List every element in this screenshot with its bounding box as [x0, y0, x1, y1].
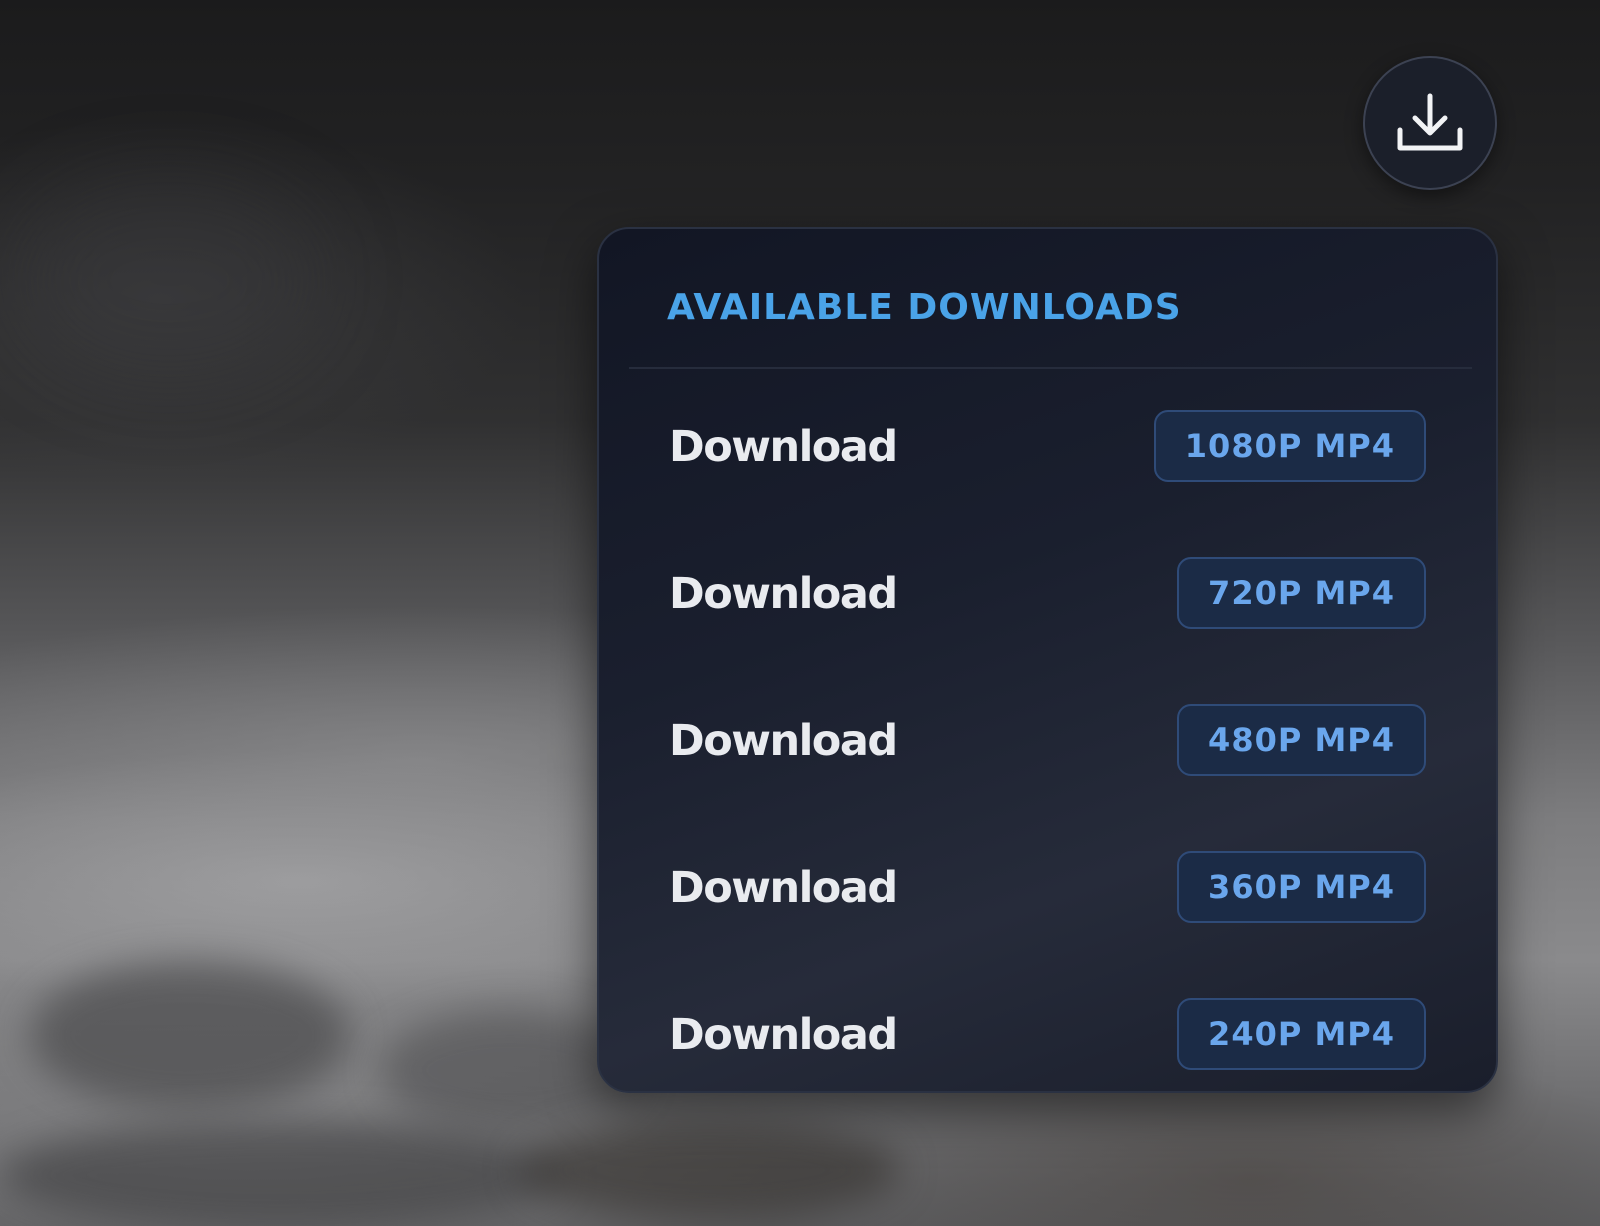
cloud-shape — [0, 1120, 560, 1226]
download-options-list: Download 1080P MP4 Download 720P MP4 Dow… — [599, 376, 1496, 1091]
download-option-360p[interactable]: Download 360P MP4 — [599, 817, 1496, 964]
download-menu-button[interactable] — [1363, 56, 1497, 190]
quality-badge: 480P MP4 — [1177, 704, 1426, 776]
quality-badge: 360P MP4 — [1177, 851, 1426, 923]
download-option-480p[interactable]: Download 480P MP4 — [599, 670, 1496, 817]
quality-badge: 1080P MP4 — [1153, 410, 1426, 482]
quality-badge: 240P MP4 — [1177, 998, 1426, 1070]
download-label: Download — [669, 863, 898, 913]
cloud-shape — [520, 1120, 900, 1220]
download-label: Download — [669, 716, 898, 766]
download-label: Download — [669, 422, 898, 472]
download-label: Download — [669, 569, 898, 619]
download-option-720p[interactable]: Download 720P MP4 — [599, 523, 1496, 670]
cloud-shape — [30, 960, 350, 1110]
quality-badge: 720P MP4 — [1177, 557, 1426, 629]
download-label: Download — [669, 1010, 898, 1060]
dropdown-title: AVAILABLE DOWNLOADS — [667, 287, 1182, 328]
downloads-dropdown: AVAILABLE DOWNLOADS Download 1080P MP4 D… — [597, 227, 1498, 1093]
download-option-1080p[interactable]: Download 1080P MP4 — [599, 376, 1496, 523]
cloud-shape — [20, 180, 320, 380]
download-icon — [1397, 93, 1463, 151]
download-option-240p[interactable]: Download 240P MP4 — [599, 964, 1496, 1091]
dropdown-header: AVAILABLE DOWNLOADS — [629, 229, 1472, 369]
